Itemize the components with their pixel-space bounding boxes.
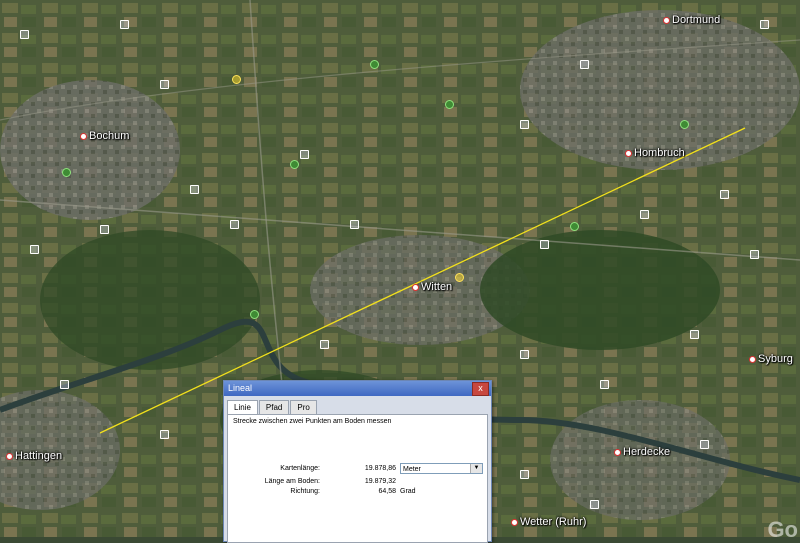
heading-value: 64,58 <box>378 488 396 495</box>
map-length-value: 19.878,86 <box>364 465 396 472</box>
city-label-dortmund[interactable]: Dortmund <box>663 14 720 26</box>
ground-length-label: Länge am Boden: <box>264 478 320 485</box>
tab-linie[interactable]: Linie <box>227 400 258 415</box>
instruction-text: Strecke zwischen zwei Punkten am Boden m… <box>233 418 392 425</box>
tab-panel: Strecke zwischen zwei Punkten am Boden m… <box>227 414 488 543</box>
tab-pro[interactable]: Pro <box>290 400 317 414</box>
city-label-syburg[interactable]: Syburg <box>749 353 793 365</box>
city-label-hattingen[interactable]: Hattingen <box>6 450 62 462</box>
city-label-herdecke[interactable]: Herdecke <box>614 446 670 458</box>
city-label-witten[interactable]: Witten <box>412 281 452 293</box>
unit-select[interactable]: Meter ▼ <box>400 463 483 474</box>
dialog-titlebar[interactable]: Lineal x <box>224 381 491 396</box>
city-label-bochum[interactable]: Bochum <box>80 130 129 142</box>
close-button[interactable]: x <box>472 382 489 396</box>
ground-length-value: 19.879,32 <box>364 478 396 485</box>
city-label-wetter-ruhr[interactable]: Wetter (Ruhr) <box>511 516 586 528</box>
ruler-dialog: Lineal x Linie Pfad Pro Strecke zwischen… <box>223 380 492 543</box>
map-length-label: Kartenlänge: <box>280 465 320 472</box>
dialog-title: Lineal <box>228 383 253 393</box>
unit-selected-value: Meter <box>403 466 421 473</box>
heading-label: Richtung: <box>290 488 320 495</box>
city-label-hombruch[interactable]: Hombruch <box>625 147 685 159</box>
tab-pfad[interactable]: Pfad <box>258 400 290 414</box>
dialog-tabs: Linie Pfad Pro <box>227 400 318 415</box>
heading-unit: Grad <box>400 488 416 495</box>
chevron-down-icon: ▼ <box>470 464 482 473</box>
google-watermark: Go <box>767 517 798 537</box>
